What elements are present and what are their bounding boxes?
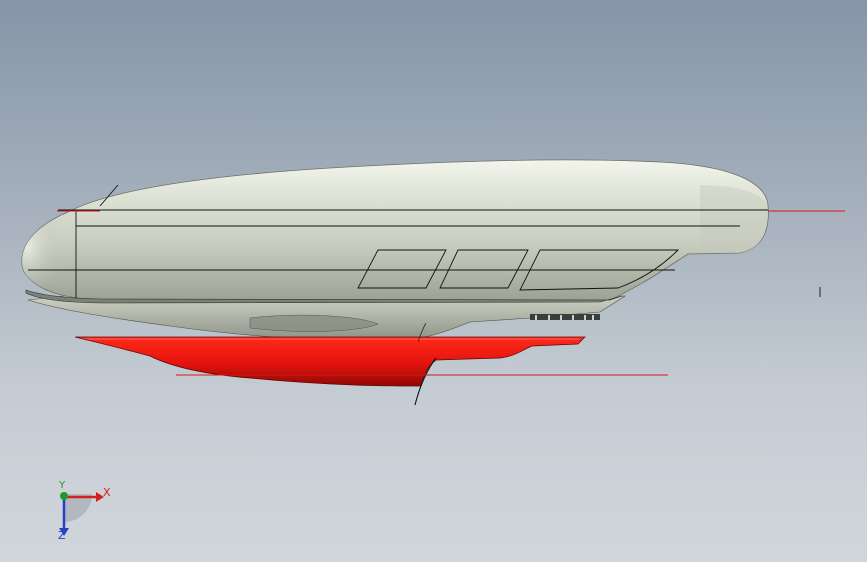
z-axis-label: Z (58, 529, 66, 542)
x-axis-label: X (103, 486, 111, 499)
3d-model-view[interactable] (0, 0, 867, 562)
graphics-viewport[interactable]: X Y Z (0, 0, 867, 562)
main-hull[interactable] (21, 159, 769, 301)
stern-detail (530, 314, 600, 320)
y-axis-label: Y (59, 480, 66, 491)
keel (74, 336, 586, 387)
keel-highlight (80, 338, 580, 340)
nose-highlight (21, 212, 78, 300)
y-axis-point (60, 492, 68, 500)
